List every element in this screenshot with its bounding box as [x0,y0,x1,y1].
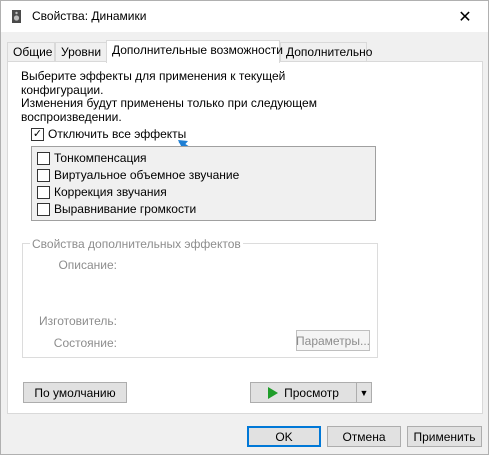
checkbox-box[interactable] [37,185,50,199]
preview-button[interactable]: Просмотр [250,382,357,403]
tab-levels[interactable]: Уровни [55,42,107,62]
cancel-button[interactable]: Отмена [327,426,401,447]
description-label: Описание: [58,258,117,272]
apply-button[interactable]: Применить [407,426,482,447]
properties-window: Свойства: Динамики ✕ Общие Уровни Дополн… [0,0,489,455]
checkbox-label: Выравнивание громкости [54,202,197,216]
vendor-label: Изготовитель: [39,314,117,328]
chevron-down-icon: ▼ [359,387,369,398]
description-line: Выберите эффекты для применения к текуще… [21,69,286,97]
disable-all-checkbox[interactable]: ✓ Отключить все эффекты [31,127,186,141]
preview-label: Просмотр [284,385,339,400]
settings-button[interactable]: Параметры... [296,330,370,351]
group-title: Свойства дополнительных эффектов [30,237,243,251]
effect-checkbox-room-correction[interactable]: Коррекция звучания [37,185,167,199]
checkbox-box[interactable] [37,168,50,182]
play-icon [268,386,279,399]
checkbox-label: Тонкомпенсация [54,151,147,165]
effect-checkbox-virtual-surround[interactable]: Виртуальное объемное звучание [37,168,239,182]
tab-enhancements[interactable]: Дополнительные возможности [106,40,283,63]
tab-general[interactable]: Общие [7,42,55,62]
checkbox-label: Отключить все эффекты [48,127,187,141]
close-icon: ✕ [458,8,472,26]
description-line: Изменения будут применены только при сле… [21,96,317,110]
checkbox-label: Коррекция звучания [54,185,167,199]
panel-description: Выберите эффекты для применения к текуще… [21,69,371,124]
close-button[interactable]: ✕ [442,1,488,32]
checkbox-label: Виртуальное объемное звучание [54,168,240,182]
window-title: Свойства: Динамики [32,9,147,23]
tab-strip: Общие Уровни Дополнительные возможности … [7,40,477,63]
restore-defaults-button[interactable]: По умолчанию [23,382,127,403]
checkbox-box[interactable] [37,151,50,165]
title-bar: Свойства: Динамики ✕ [1,1,488,32]
effect-checkbox-loudness[interactable]: Тонкомпенсация [37,151,147,165]
ok-button[interactable]: OK [247,426,321,447]
effect-checkbox-loudness-equalization[interactable]: Выравнивание громкости [37,202,196,216]
preview-dropdown-button[interactable]: ▼ [356,382,372,403]
checkbox-box[interactable] [37,202,50,216]
tab-advanced[interactable]: Дополнительно [280,42,372,62]
state-label: Состояние: [53,336,117,350]
checkbox-box[interactable]: ✓ [31,127,44,141]
description-line: воспроизведении. [21,109,122,124]
speaker-icon [12,10,21,23]
